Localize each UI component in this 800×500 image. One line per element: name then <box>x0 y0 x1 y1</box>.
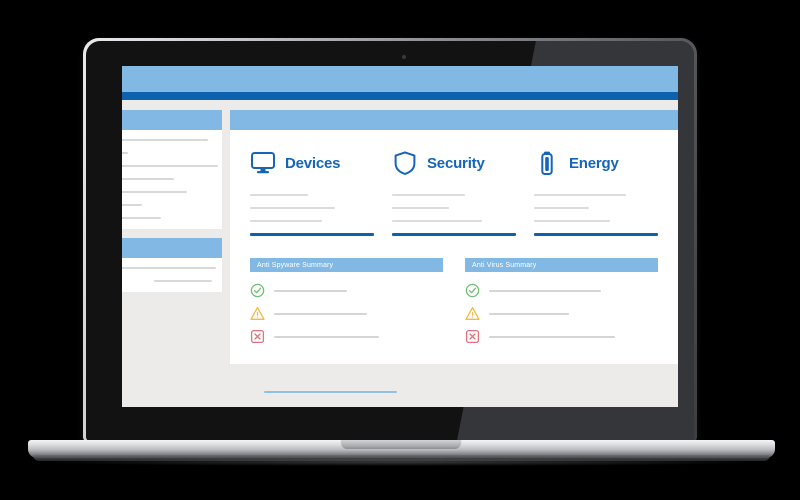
main-panel-header <box>230 110 678 130</box>
placeholder-line <box>534 220 610 222</box>
placeholder-line <box>489 335 615 338</box>
tile-security[interactable]: Security <box>392 146 516 236</box>
summary-row[interactable] <box>250 329 443 344</box>
app-footer <box>122 377 678 407</box>
check-circle-icon <box>465 283 480 298</box>
placeholder-line <box>534 207 589 209</box>
tile-accent-rule <box>250 233 374 236</box>
tile-header: Devices <box>250 146 374 180</box>
sidebar-card-secondary <box>122 238 222 292</box>
summary-row[interactable] <box>465 283 658 298</box>
summary-row[interactable] <box>250 283 443 298</box>
summary-anti-virus: Anti Virus Summary <box>465 258 658 344</box>
shield-icon <box>392 150 418 176</box>
sidebar-card-body <box>122 258 222 292</box>
battery-icon <box>534 150 560 176</box>
placeholder-line <box>250 194 308 196</box>
tile-placeholder-lines <box>392 194 516 222</box>
sidebar-item-placeholder[interactable] <box>122 204 142 206</box>
tile-accent-rule <box>534 233 658 236</box>
sidebar-item-placeholder[interactable] <box>122 191 187 193</box>
warning-triangle-icon <box>250 306 265 321</box>
error-square-icon <box>465 329 480 344</box>
placeholder-line <box>489 312 569 315</box>
placeholder-line <box>392 194 465 196</box>
sidebar-item-placeholder[interactable] <box>122 152 128 154</box>
tile-devices[interactable]: Devices <box>250 146 374 236</box>
sidebar-item-placeholder[interactable] <box>154 280 212 282</box>
sidebar-card-navigation <box>122 110 222 229</box>
placeholder-line <box>274 289 347 292</box>
tile-label: Devices <box>285 154 341 172</box>
sidebar-card-body <box>122 130 222 229</box>
sidebar-item-placeholder[interactable] <box>122 139 208 141</box>
summary-header: Anti Spyware Summary <box>250 258 443 272</box>
summary-row[interactable] <box>465 329 658 344</box>
main-panel-body: Devices Security Energy Anti Spyware Sum… <box>230 130 678 364</box>
app-accent-bar <box>122 92 678 100</box>
tile-header: Energy <box>534 146 658 180</box>
summary-title: Anti Spyware Summary <box>257 261 334 269</box>
tile-placeholder-lines <box>250 194 374 222</box>
summary-title: Anti Virus Summary <box>472 261 537 269</box>
placeholder-line <box>392 220 482 222</box>
tile-label: Energy <box>569 154 619 172</box>
sidebar-card-header <box>122 238 222 258</box>
tile-label: Security <box>427 154 485 172</box>
placeholder-line <box>250 220 322 222</box>
app-topbar <box>122 66 678 92</box>
tile-header: Security <box>392 146 516 180</box>
laptop-base-notch <box>340 440 462 449</box>
placeholder-line <box>489 289 601 292</box>
warning-triangle-icon <box>465 306 480 321</box>
placeholder-line <box>274 312 367 315</box>
feature-tiles: Devices Security Energy <box>250 146 658 236</box>
placeholder-line <box>274 335 379 338</box>
laptop-base-shadow <box>40 458 762 466</box>
webcam-icon <box>402 55 406 59</box>
main-panel: Devices Security Energy Anti Spyware Sum… <box>230 110 678 364</box>
laptop-screen: Devices Security Energy Anti Spyware Sum… <box>122 66 678 407</box>
summary-header: Anti Virus Summary <box>465 258 658 272</box>
error-square-icon <box>250 329 265 344</box>
sidebar-card-header <box>122 110 222 130</box>
summary-row[interactable] <box>465 306 658 321</box>
sidebar <box>122 110 222 301</box>
summary-panels: Anti Spyware Summary Anti Virus Summary <box>250 258 658 344</box>
tile-placeholder-lines <box>534 194 658 222</box>
summary-anti-spyware: Anti Spyware Summary <box>250 258 443 344</box>
sidebar-item-placeholder[interactable] <box>122 165 218 167</box>
screenshot-stage: Devices Security Energy Anti Spyware Sum… <box>0 0 800 500</box>
laptop-device: Devices Security Energy Anti Spyware Sum… <box>0 0 800 500</box>
placeholder-line <box>250 207 335 209</box>
placeholder-line <box>534 194 626 196</box>
placeholder-line <box>392 207 449 209</box>
tile-accent-rule <box>392 233 516 236</box>
sidebar-item-placeholder[interactable] <box>122 178 174 180</box>
check-circle-icon <box>250 283 265 298</box>
tile-energy[interactable]: Energy <box>534 146 658 236</box>
footer-link-placeholder[interactable] <box>264 391 397 393</box>
monitor-icon <box>250 150 276 176</box>
summary-row[interactable] <box>250 306 443 321</box>
sidebar-item-placeholder[interactable] <box>122 267 216 269</box>
sidebar-item-placeholder[interactable] <box>122 217 161 219</box>
